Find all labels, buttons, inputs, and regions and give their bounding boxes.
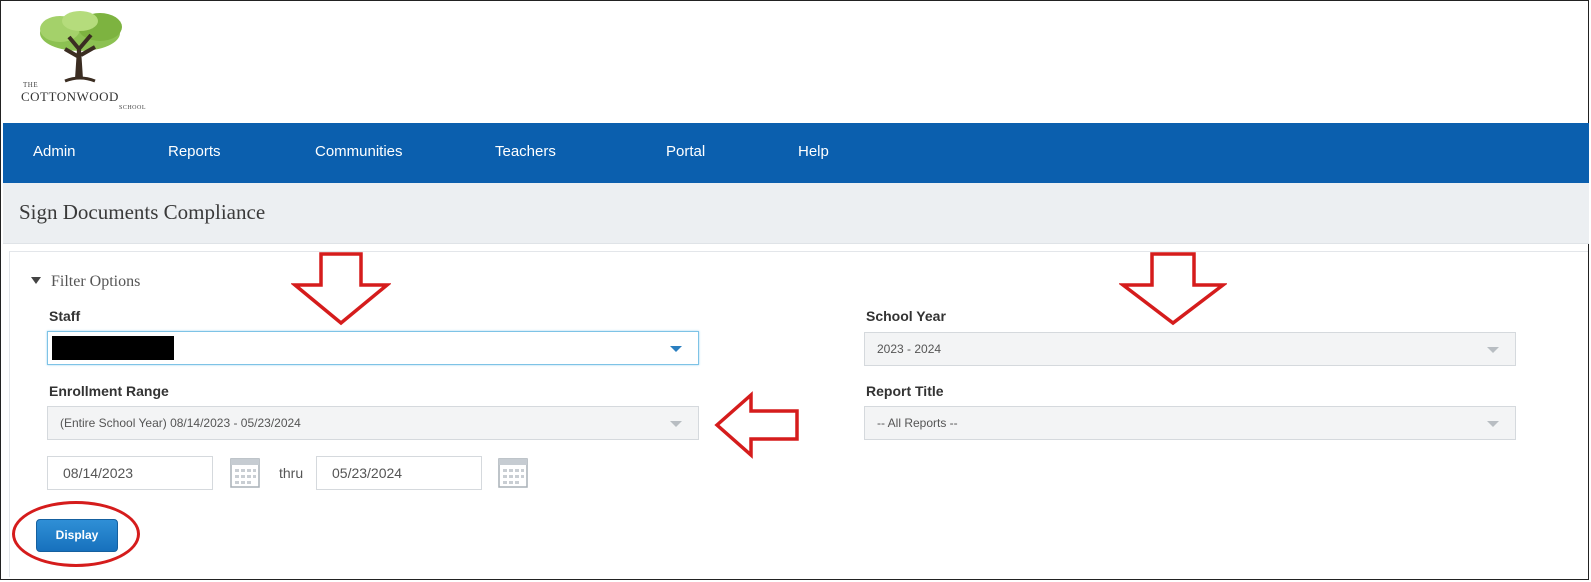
thru-label: thru — [279, 465, 304, 481]
report-title-label: Report Title — [866, 383, 944, 399]
logo-name-text: COTTONWOOD — [21, 89, 119, 104]
school-logo[interactable]: THE COTTONWOOD SCHOOL — [19, 9, 169, 117]
chevron-down-icon — [1487, 421, 1499, 427]
annotation-arrow-down-icon — [1119, 252, 1227, 326]
start-date-value: 08/14/2023 — [63, 465, 134, 481]
annotation-arrow-down-icon — [291, 252, 391, 326]
enrollment-range-select[interactable]: (Entire School Year) 08/14/2023 - 05/23/… — [47, 406, 699, 440]
staff-label: Staff — [49, 308, 81, 324]
filter-options-label: Filter Options — [51, 273, 141, 290]
chevron-down-icon — [1487, 347, 1499, 353]
nav-reports[interactable]: Reports — [168, 123, 221, 183]
logo-school-text: SCHOOL — [119, 105, 147, 111]
calendar-icon[interactable] — [229, 456, 261, 490]
logo-the-text: THE — [23, 81, 39, 89]
enrollment-range-value: (Entire School Year) 08/14/2023 - 05/23/… — [60, 416, 301, 430]
main-nav: Admin Reports Communities Teachers Porta… — [3, 123, 1589, 183]
school-year-value: 2023 - 2024 — [877, 342, 942, 356]
annotation-arrow-left-icon — [714, 391, 799, 459]
nav-communities[interactable]: Communities — [315, 123, 403, 183]
school-year-label: School Year — [866, 308, 946, 324]
screenshot-frame: THE COTTONWOOD SCHOOL Admin Reports Comm… — [0, 0, 1589, 580]
report-title-value: -- All Reports -- — [877, 416, 958, 430]
page-title-bar: Sign Documents Compliance — [3, 183, 1589, 244]
annotation-circle — [12, 501, 140, 567]
page-title: Sign Documents Compliance — [19, 200, 266, 224]
report-title-select[interactable]: -- All Reports -- — [864, 406, 1516, 440]
start-date-input[interactable]: 08/14/2023 — [47, 456, 213, 490]
enrollment-range-label: Enrollment Range — [49, 383, 169, 399]
school-year-select[interactable]: 2023 - 2024 — [864, 332, 1516, 366]
redacted-block — [52, 336, 174, 360]
end-date-value: 05/23/2024 — [332, 465, 403, 481]
tree-icon — [40, 11, 122, 83]
end-date-input[interactable]: 05/23/2024 — [316, 456, 482, 490]
nav-help[interactable]: Help — [798, 123, 829, 183]
chevron-down-icon — [670, 346, 682, 352]
staff-select[interactable] — [47, 331, 699, 365]
chevron-down-icon — [670, 421, 682, 427]
calendar-icon[interactable] — [497, 456, 529, 490]
filter-options-toggle[interactable]: Filter Options — [31, 273, 140, 291]
nav-admin[interactable]: Admin — [33, 123, 76, 183]
nav-portal[interactable]: Portal — [666, 123, 705, 183]
caret-down-icon — [31, 276, 41, 284]
nav-teachers[interactable]: Teachers — [495, 123, 556, 183]
